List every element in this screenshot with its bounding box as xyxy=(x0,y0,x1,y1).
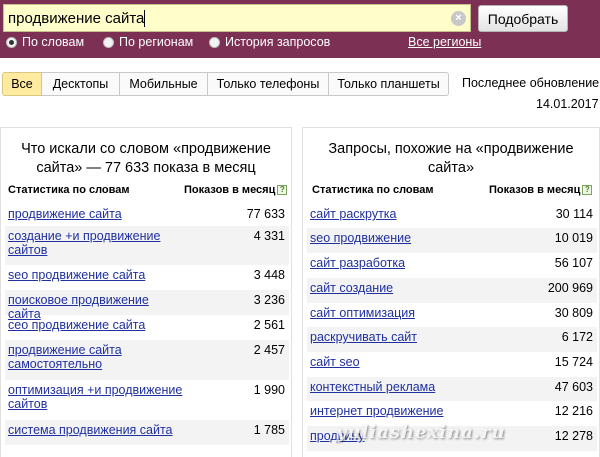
impressions-count: 77 633 xyxy=(246,207,285,221)
table-row: seo продвижение 10 019 xyxy=(307,228,597,253)
last-update-date: 14.01.2017 xyxy=(536,97,599,111)
keyword-link[interactable]: продвижение сайта самостоятельно xyxy=(8,343,183,371)
keyword-link[interactable]: сео продвижение сайта xyxy=(8,318,183,332)
table-row: продвижение сайта самостоятельно 2 457 xyxy=(5,340,289,380)
clear-icon[interactable]: × xyxy=(451,11,466,26)
impressions-count: 15 724 xyxy=(554,355,593,369)
tab-all[interactable]: Все xyxy=(2,72,42,96)
impressions-count: 30 114 xyxy=(555,207,593,221)
words-panel-title: Что искали со словом «продвижение сайта»… xyxy=(21,141,271,176)
table-row: сайт оптимизация 30 809 xyxy=(307,303,597,327)
table-row: поисковое продвижение сайта 3 236 xyxy=(5,290,289,321)
keyword-link[interactable]: seo продвижение xyxy=(310,231,485,245)
col-keyword-header: Статистика по словам xyxy=(312,184,434,196)
all-regions-link[interactable]: Все регионы xyxy=(408,35,481,49)
keyword-link[interactable]: продвижение сайта xyxy=(8,207,183,221)
help-icon[interactable]: ? xyxy=(582,185,593,196)
impressions-count: 3 448 xyxy=(253,268,285,282)
keyword-link[interactable]: сайт разработка xyxy=(310,256,485,270)
mode-label: По регионам xyxy=(119,35,194,49)
col-count-label: Показов в месяц xyxy=(489,184,581,196)
tab-tablets-only[interactable]: Только планшеты xyxy=(329,72,449,96)
keyword-link[interactable]: создание +и продвижение сайтов xyxy=(8,229,183,257)
watermark: yuliashexina.ru xyxy=(336,422,506,443)
impressions-count: 2 457 xyxy=(253,343,285,357)
table-row: seo продвижение сайта 3 448 xyxy=(5,265,289,290)
last-update-label: Последнее обновление: xyxy=(462,76,600,90)
search-input[interactable] xyxy=(4,5,444,31)
table-row: сайт раскрутка 30 114 xyxy=(307,204,597,228)
impressions-count: 4 331 xyxy=(253,229,285,243)
table-row: оптимизация +и продвижение сайтов 1 990 xyxy=(5,380,289,420)
col-keyword-header: Статистика по словам xyxy=(8,184,130,196)
help-icon[interactable]: ? xyxy=(277,185,288,196)
impressions-count: 3 236 xyxy=(253,293,285,307)
impressions-count: 30 809 xyxy=(554,306,593,320)
col-count-label: Показов в месяц xyxy=(184,184,276,196)
text-caret xyxy=(144,10,145,27)
keyword-link[interactable]: раскручивать сайт xyxy=(310,330,485,344)
impressions-count: 12 216 xyxy=(554,404,593,418)
words-panel: Что искали со словом «продвижение сайта»… xyxy=(0,127,292,457)
similar-panel-title: Запросы, похожие на «продвижение сайта» xyxy=(328,141,574,176)
mode-by-regions[interactable]: По регионам xyxy=(103,35,193,49)
radio-icon[interactable] xyxy=(209,36,220,48)
radio-icon[interactable] xyxy=(103,36,114,48)
impressions-count: 56 107 xyxy=(554,256,593,270)
mode-label: По словам xyxy=(22,35,85,49)
search-mode-options: По словам По регионам История запросов В… xyxy=(6,35,481,51)
table-row: раскручивать сайт 6 172 xyxy=(307,327,597,352)
keyword-link[interactable]: seo продвижение сайта xyxy=(8,268,183,282)
table-row: система продвижения сайта 1 785 xyxy=(5,420,289,445)
keyword-link[interactable]: сайт оптимизация xyxy=(310,306,485,320)
search-button[interactable]: Подобрать xyxy=(478,5,568,32)
mode-by-words[interactable]: По словам xyxy=(6,35,84,49)
keyword-link[interactable]: сайт seo xyxy=(310,355,485,369)
table-row: продвижение сайта 77 633 xyxy=(5,204,289,226)
impressions-count: 6 172 xyxy=(561,330,593,344)
impressions-count: 200 969 xyxy=(547,281,593,295)
table-row: сайт seo 15 724 xyxy=(307,352,597,377)
col-count-header: Показов в месяц? xyxy=(489,184,593,196)
search-box[interactable]: × xyxy=(3,4,471,32)
tab-desktops[interactable]: Десктопы xyxy=(42,72,120,96)
impressions-count: 1 785 xyxy=(253,423,285,437)
impressions-count: 10 019 xyxy=(554,231,593,245)
impressions-count: 2 561 xyxy=(253,318,285,332)
keyword-link[interactable]: сайт создание xyxy=(310,281,485,295)
impressions-count: 1 990 xyxy=(253,383,285,397)
mode-label: История запросов xyxy=(225,35,331,49)
device-tabs: Все Десктопы Мобильные Только телефоны Т… xyxy=(2,72,449,96)
keyword-link[interactable]: сайт раскрутка xyxy=(310,207,485,221)
table-row: сайт создание 200 969 xyxy=(307,278,597,303)
tab-mobile[interactable]: Мобильные xyxy=(120,72,208,96)
keyword-link[interactable]: система продвижения сайта xyxy=(8,423,183,437)
impressions-count: 12 278 xyxy=(554,429,593,443)
keyword-link[interactable]: контекстный реклама xyxy=(310,380,485,394)
table-row: сео продвижение сайта 2 561 xyxy=(5,315,289,340)
similar-panel: Запросы, похожие на «продвижение сайта» … xyxy=(302,127,600,457)
radio-selected-icon[interactable] xyxy=(6,36,17,48)
mode-history[interactable]: История запросов xyxy=(209,35,330,49)
col-count-header: Показов в месяц? xyxy=(184,184,288,196)
table-row: контекстный реклама 47 603 xyxy=(307,377,597,401)
impressions-count: 47 603 xyxy=(554,380,593,394)
table-row: сайт разработка 56 107 xyxy=(307,253,597,278)
keyword-link[interactable]: оптимизация +и продвижение сайтов xyxy=(8,383,183,411)
tab-phones-only[interactable]: Только телефоны xyxy=(208,72,329,96)
table-row: создание +и продвижение сайтов 4 331 xyxy=(5,226,289,265)
keyword-link[interactable]: интернет продвижение xyxy=(310,404,485,418)
